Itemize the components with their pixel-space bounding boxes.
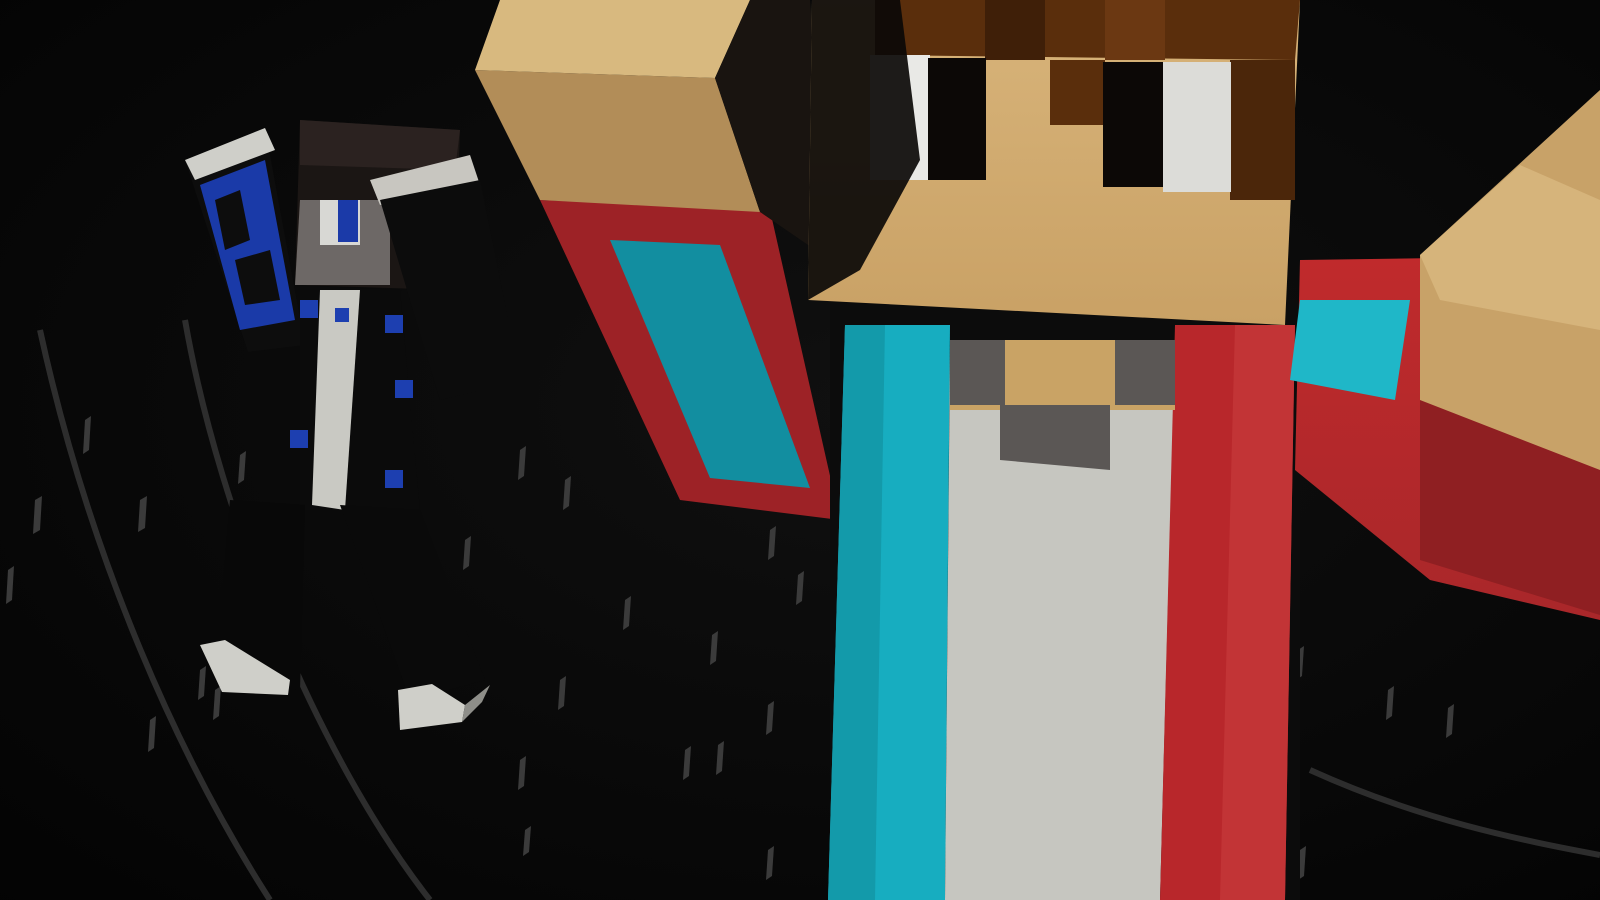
game-scene (0, 0, 1600, 900)
scene-canvas (0, 0, 1600, 900)
torso (828, 300, 1300, 900)
head (808, 0, 1300, 325)
